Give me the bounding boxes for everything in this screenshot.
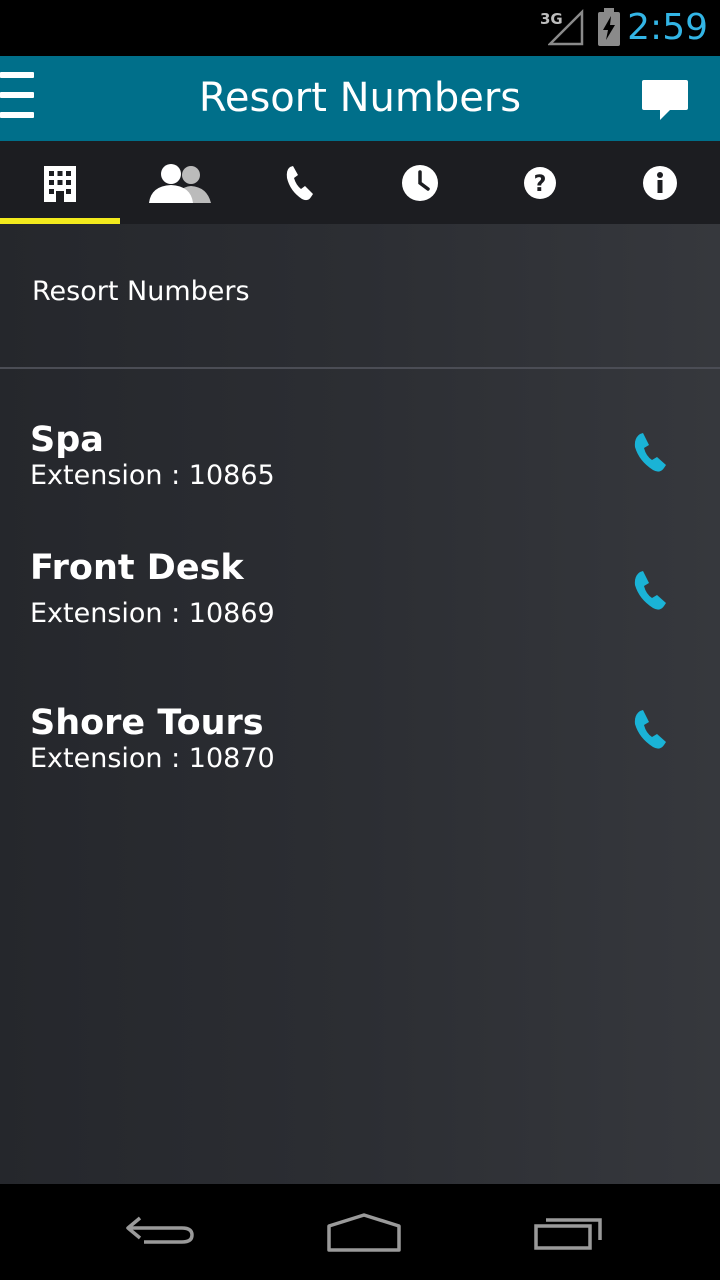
entry-name: Front Desk <box>30 548 244 588</box>
entry-name: Shore Tours <box>30 703 264 743</box>
tab-history[interactable] <box>360 141 480 224</box>
system-nav-bar <box>0 1184 720 1280</box>
call-icon[interactable] <box>632 432 672 474</box>
info-icon <box>643 165 677 200</box>
list-item[interactable]: Front Desk Extension : 10869 <box>0 548 720 658</box>
clock-icon <box>402 164 438 201</box>
tab-contacts[interactable] <box>120 141 240 224</box>
status-bar: 3G 2:59 <box>0 0 720 56</box>
people-icon <box>149 163 211 203</box>
battery-charging-icon <box>598 8 620 46</box>
divider <box>0 367 720 369</box>
tab-bar: ? <box>0 141 720 224</box>
status-clock: 2:59 <box>627 7 708 48</box>
tab-help[interactable]: ? <box>480 141 600 224</box>
action-bar: Resort Numbers <box>0 56 720 141</box>
list-item[interactable]: Shore Tours Extension : 10870 <box>0 703 720 813</box>
page-title: Resort Numbers <box>198 75 522 121</box>
building-icon <box>44 165 76 202</box>
entry-extension: Extension : 10870 <box>30 743 275 774</box>
back-icon[interactable] <box>124 1210 198 1254</box>
main-content: Resort Numbers Spa Extension : 10865 Fro… <box>0 224 720 1184</box>
tab-calls[interactable] <box>240 141 360 224</box>
section-header: Resort Numbers <box>32 276 250 307</box>
signal-icon <box>548 8 584 46</box>
list-item[interactable]: Spa Extension : 10865 <box>0 420 720 530</box>
call-icon[interactable] <box>632 709 672 751</box>
phone-icon <box>286 165 313 200</box>
home-icon[interactable] <box>324 1210 404 1254</box>
tab-info[interactable] <box>600 141 720 224</box>
entry-extension: Extension : 10869 <box>30 598 275 629</box>
call-icon[interactable] <box>632 570 672 612</box>
entry-extension: Extension : 10865 <box>30 460 275 491</box>
recent-apps-icon[interactable] <box>530 1210 606 1254</box>
svg-text:?: ? <box>534 172 547 197</box>
chat-bubble-icon[interactable] <box>640 78 690 124</box>
entry-name: Spa <box>30 420 104 460</box>
help-icon: ? <box>524 166 556 199</box>
tab-resort-numbers[interactable] <box>0 141 120 224</box>
